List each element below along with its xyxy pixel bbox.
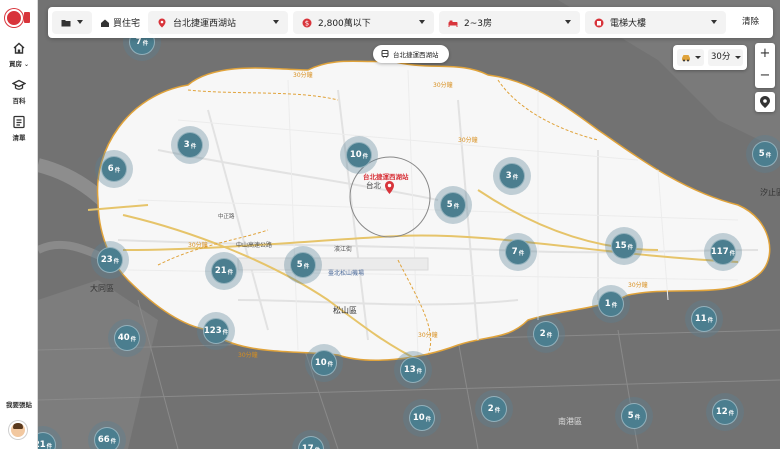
district-label: 大同區 bbox=[90, 284, 114, 293]
cluster-marker[interactable]: 11 件 bbox=[685, 300, 723, 338]
commute-control: 30分 bbox=[673, 45, 747, 70]
post-listing-link[interactable]: 我要張貼 bbox=[0, 399, 38, 409]
location-dropdown[interactable]: 台北捷運西湖站 bbox=[148, 11, 288, 34]
chevron-down-icon bbox=[273, 20, 279, 24]
category-dropdown[interactable] bbox=[52, 11, 92, 34]
zoom-control: + − bbox=[755, 43, 775, 88]
chevron-down-icon bbox=[711, 20, 717, 24]
cluster-marker[interactable]: 12 件 bbox=[706, 393, 744, 431]
sidebar-item-label: 買房 bbox=[8, 60, 22, 68]
chevron-down-icon bbox=[565, 20, 571, 24]
cluster-marker[interactable]: 2件 bbox=[475, 390, 513, 428]
rooms-value: 2~3房 bbox=[464, 19, 492, 29]
district-label: 汐止區 bbox=[760, 188, 780, 197]
building-icon bbox=[594, 18, 604, 27]
chevron-down-icon bbox=[77, 20, 83, 24]
chevron-down-icon: ⌄ bbox=[21, 61, 30, 68]
isochrone-label: 30分鐘 bbox=[293, 72, 313, 79]
isochrone-label: 30分鐘 bbox=[458, 137, 478, 144]
bed-icon bbox=[448, 20, 458, 27]
location-value: 台北捷運西湖站 bbox=[173, 19, 237, 29]
cluster-marker[interactable]: 21 件 bbox=[205, 252, 243, 290]
isochrone-label: 30分鐘 bbox=[188, 242, 208, 249]
price-value: 2,800萬以下 bbox=[318, 19, 371, 29]
isochrone-label: 30分鐘 bbox=[433, 82, 453, 89]
cluster-marker[interactable]: 7件 bbox=[499, 233, 537, 271]
commute-time-value: 30分 bbox=[711, 52, 731, 62]
folder-icon bbox=[61, 19, 71, 26]
graduation-cap-icon bbox=[12, 79, 26, 90]
sidebar-item-label: 清單 bbox=[12, 134, 26, 142]
avatar[interactable] bbox=[9, 421, 27, 439]
sidebar-item-label: 百科 bbox=[12, 97, 26, 105]
district-label: 南港區 bbox=[558, 417, 582, 426]
locate-button[interactable] bbox=[755, 92, 775, 112]
zoom-in-button[interactable]: + bbox=[755, 43, 775, 65]
house-icon bbox=[101, 19, 109, 27]
cluster-marker[interactable]: 10 件 bbox=[403, 399, 441, 437]
location-pin-icon bbox=[760, 96, 770, 108]
sidebar-item-buy[interactable]: 買房 ⌄ bbox=[0, 41, 38, 68]
buy-mode-button[interactable]: 買住宅 bbox=[96, 11, 144, 34]
district-label: 松山區 bbox=[333, 306, 357, 315]
cluster-marker[interactable]: 15 件 bbox=[605, 227, 643, 265]
cluster-marker[interactable]: 10 件 bbox=[305, 344, 343, 382]
cluster-marker[interactable]: 1件 bbox=[592, 285, 630, 323]
road-label: 中正路 bbox=[218, 214, 235, 220]
filter-bar: 買住宅 台北捷運西湖站 $ 2,800萬以下 2~3房 電梯大樓 清除 bbox=[48, 7, 773, 38]
sidebar-item-list[interactable]: 清單 bbox=[0, 115, 38, 142]
chevron-down-icon bbox=[695, 56, 701, 59]
car-icon bbox=[682, 54, 690, 61]
brand-logo[interactable] bbox=[5, 9, 23, 27]
cluster-marker[interactable]: 10 件 bbox=[340, 136, 378, 174]
cluster-marker[interactable]: 3件 bbox=[171, 126, 209, 164]
road-label: 中山高速公路 bbox=[236, 242, 273, 249]
chevron-down-icon bbox=[735, 56, 741, 59]
cluster-marker[interactable]: 13 件 bbox=[394, 351, 432, 389]
price-dropdown[interactable]: $ 2,800萬以下 bbox=[293, 11, 434, 34]
chevron-down-icon bbox=[419, 20, 425, 24]
station-chip[interactable]: 台北捷運西湖站 bbox=[373, 45, 449, 63]
clear-button[interactable]: 清除 bbox=[742, 15, 759, 27]
airport-label: 臺北松山機場 bbox=[328, 270, 365, 277]
building-type-dropdown[interactable]: 電梯大樓 bbox=[585, 11, 726, 34]
sidebar-item-encyclopedia[interactable]: 百科 bbox=[0, 78, 38, 105]
cluster-marker[interactable]: 5件 bbox=[615, 397, 653, 435]
station-sub-label: 台北 bbox=[366, 181, 381, 190]
cluster-marker[interactable]: 40 件 bbox=[108, 319, 146, 357]
location-pin-icon[interactable] bbox=[385, 181, 394, 194]
brand-logo-mark bbox=[24, 12, 30, 23]
building-type-value: 電梯大樓 bbox=[610, 19, 647, 29]
cluster-marker[interactable]: 23 件 bbox=[91, 241, 129, 279]
zoom-out-button[interactable]: − bbox=[755, 65, 775, 87]
isochrone-label: 30分鐘 bbox=[628, 282, 648, 289]
dollar-icon: $ bbox=[302, 18, 312, 27]
cluster-marker[interactable]: 2件 bbox=[527, 315, 565, 353]
cluster-marker[interactable]: 5件 bbox=[434, 186, 472, 224]
house-icon bbox=[13, 42, 25, 54]
commute-time-dropdown[interactable]: 30分 bbox=[708, 49, 743, 66]
isochrone-label: 30分鐘 bbox=[418, 332, 438, 339]
isochrone-label: 30分鐘 bbox=[238, 352, 258, 359]
cluster-marker[interactable]: 5件 bbox=[284, 246, 322, 284]
rooms-dropdown[interactable]: 2~3房 bbox=[439, 11, 580, 34]
station-chip-label: 台北捷運西湖站 bbox=[393, 51, 439, 59]
list-icon bbox=[13, 115, 25, 129]
cluster-marker[interactable]: 3件 bbox=[493, 157, 531, 195]
commute-mode-dropdown[interactable] bbox=[677, 49, 704, 66]
left-sidebar: 買房 ⌄ 百科 清單 我要張貼 bbox=[0, 0, 38, 449]
road-label: 濱江街 bbox=[334, 246, 353, 253]
svg-text:$: $ bbox=[305, 19, 309, 27]
cluster-marker[interactable]: 6件 bbox=[95, 150, 133, 188]
location-pin-icon bbox=[158, 18, 166, 27]
cluster-marker[interactable]: 123 件 bbox=[197, 312, 235, 350]
train-icon bbox=[381, 50, 389, 58]
buy-mode-label: 買住宅 bbox=[113, 19, 141, 29]
cluster-marker[interactable]: 117 件 bbox=[704, 233, 742, 271]
cluster-marker[interactable]: 5件 bbox=[746, 135, 780, 173]
